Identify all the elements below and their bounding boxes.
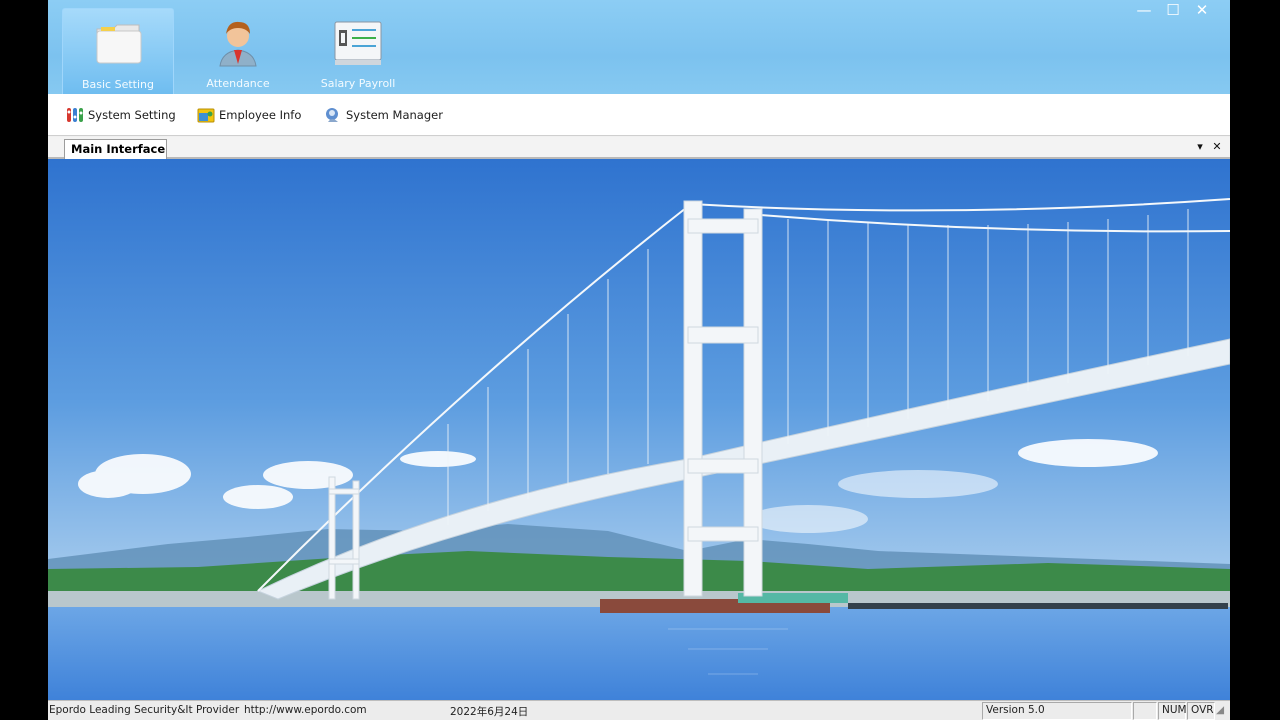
ribbon-tab-label: Attendance: [206, 77, 270, 90]
resize-grip-icon[interactable]: ◢: [1216, 704, 1224, 716]
toolbar-item-label: Employee Info: [219, 108, 302, 122]
document-tab-strip: Main Interface ▾ ✕: [48, 137, 1230, 160]
employee-info-icon: [197, 108, 215, 123]
status-website: http://www.epordo.com: [244, 704, 367, 716]
system-manager-icon: [326, 108, 338, 122]
status-version: Version 5.0: [982, 702, 1132, 720]
application-window: Basic Setting Attendance Salary Payroll: [48, 0, 1230, 720]
status-num-indicator: NUM: [1158, 702, 1187, 720]
maximize-button[interactable]: ☐: [1159, 0, 1187, 20]
ribbon-tab-attendance[interactable]: Attendance: [182, 8, 294, 94]
system-manager-button[interactable]: System Manager: [324, 105, 443, 125]
ribbon-tab-label: Salary Payroll: [320, 77, 396, 90]
payroll-panel-icon: [334, 21, 382, 65]
main-interface-image: [48, 159, 1230, 700]
toolbar-item-label: System Setting: [88, 108, 176, 122]
status-date: 2022年6月24日: [450, 706, 529, 718]
tab-main-interface[interactable]: Main Interface: [64, 139, 167, 160]
close-button[interactable]: ✕: [1188, 0, 1216, 20]
folder-icon: [96, 24, 142, 64]
status-bar: Epordo Leading Security&It Provider http…: [48, 700, 1230, 720]
ribbon-tab-label: Basic Setting: [81, 78, 154, 91]
person-icon: [219, 21, 257, 67]
status-ovr-indicator: OVR: [1187, 702, 1215, 720]
toolbar-item-label: System Manager: [346, 108, 443, 122]
ribbon: Basic Setting Attendance Salary Payroll: [48, 0, 1230, 94]
ribbon-tab-basic-setting[interactable]: Basic Setting: [62, 8, 174, 94]
tab-list-dropdown-icon[interactable]: ▾: [1193, 140, 1207, 153]
ribbon-tab-salary-payroll[interactable]: Salary Payroll: [302, 8, 414, 94]
employee-info-button[interactable]: Employee Info: [197, 105, 303, 125]
system-setting-icon: [67, 108, 83, 122]
status-company: Epordo Leading Security&It Provider: [49, 704, 240, 716]
status-empty-cell: [1133, 702, 1157, 720]
minimize-button[interactable]: —: [1130, 0, 1158, 20]
bridge-landscape-image: [48, 159, 1230, 700]
toolbar: System Setting Employee Info System Mana…: [48, 94, 1230, 136]
tab-close-icon[interactable]: ✕: [1210, 140, 1224, 153]
system-setting-button[interactable]: System Setting: [66, 105, 176, 125]
